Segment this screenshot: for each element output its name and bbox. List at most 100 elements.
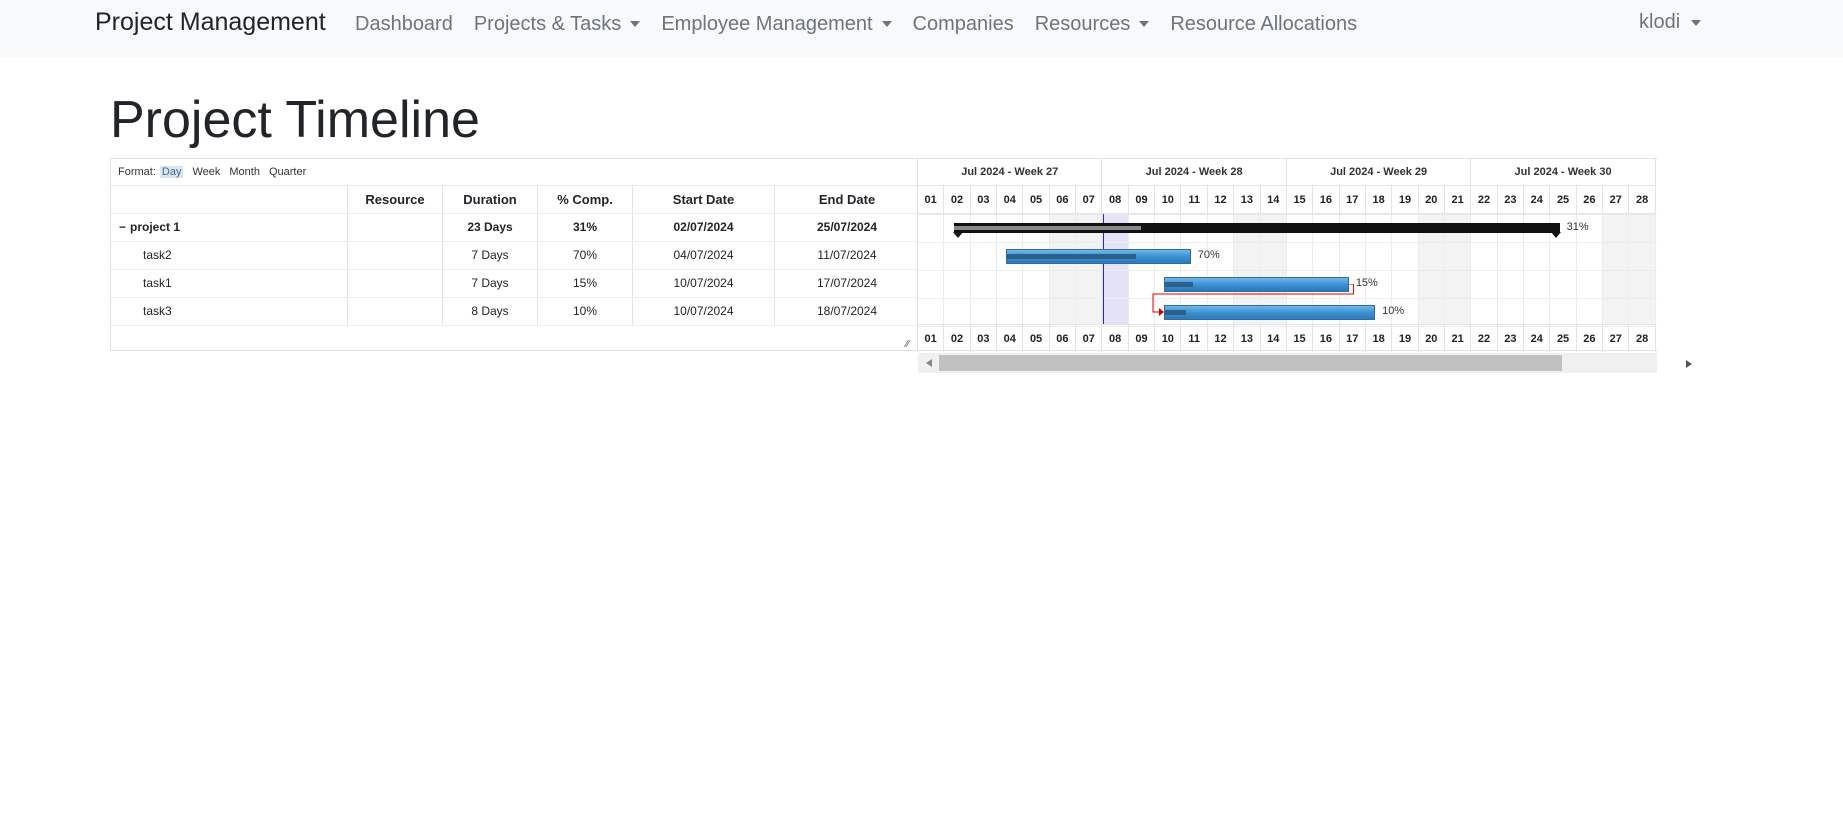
row-start: 02/07/2024 xyxy=(633,214,775,241)
col-header-end: End Date xyxy=(818,192,876,207)
row-duration: 7 Days xyxy=(443,242,538,269)
day-header: 16 xyxy=(1313,186,1340,214)
col-header-resource: Resource xyxy=(348,186,443,213)
collapse-toggle-icon[interactable]: − xyxy=(119,220,126,234)
day-header: 10 xyxy=(1155,186,1182,214)
day-header: 02 xyxy=(944,186,971,214)
format-week[interactable]: Week xyxy=(192,166,220,178)
scroll-right-arrow-icon[interactable] xyxy=(1686,360,1692,368)
nav-item-label: Dashboard xyxy=(355,12,453,35)
day-header: 12 xyxy=(1207,186,1235,214)
format-day[interactable]: Day xyxy=(159,166,184,178)
scroll-left-arrow-icon[interactable] xyxy=(926,359,932,367)
day-header: 15 xyxy=(1286,186,1314,214)
row-divider xyxy=(918,242,1657,243)
row-pct: 70% xyxy=(538,242,633,269)
project-progress xyxy=(953,226,1142,230)
day-header: 25 xyxy=(1550,186,1577,214)
day-header: 05 xyxy=(1023,186,1050,214)
row-pct: 15% xyxy=(538,270,633,297)
bar-progress-label: 70% xyxy=(1197,249,1220,261)
week-header: Jul 2024 - Week 28 xyxy=(1102,159,1287,186)
day-footer: 04 xyxy=(997,324,1024,350)
nav-item-dashboard[interactable]: Dashboard xyxy=(355,11,453,37)
day-footer: 28 xyxy=(1629,324,1656,350)
row-duration: 7 Days xyxy=(443,270,538,297)
row-resource xyxy=(348,298,443,325)
day-footer: 22 xyxy=(1471,324,1498,350)
gantt-chart: Jul 2024 - Week 27 Jul 2024 - Week 28 Jul … xyxy=(918,158,1657,351)
row-end: 11/07/2024 xyxy=(817,248,877,262)
row-name: task1 xyxy=(111,270,348,297)
row-divider xyxy=(918,214,1657,215)
row-resource xyxy=(348,270,443,297)
format-label: Format: xyxy=(118,166,156,178)
caret-down-icon xyxy=(1691,19,1702,26)
caret-down-icon xyxy=(881,21,892,27)
nav-item-resource-allocations[interactable]: Resource Allocations xyxy=(1170,11,1357,37)
nav-item-label: Resources xyxy=(1034,12,1131,35)
task-progress xyxy=(1007,254,1137,259)
day-header: 08 xyxy=(1102,186,1129,214)
grid-header-row: Resource Duration % Comp. Start Date End… xyxy=(111,186,919,214)
day-footer: 08 xyxy=(1102,324,1129,350)
day-footer: 09 xyxy=(1128,324,1156,350)
format-quarter[interactable]: Quarter xyxy=(269,166,306,178)
nav-item-label: Projects & Tasks xyxy=(473,12,622,35)
table-row[interactable]: task3 8 Days 10% 10/07/2024 18/07/2024 xyxy=(111,298,919,326)
week-header: Jul 2024 - Week 30 xyxy=(1471,159,1656,186)
row-start: 10/07/2024 xyxy=(633,270,775,297)
day-footer: 11 xyxy=(1181,324,1208,350)
day-column xyxy=(1603,214,1630,324)
user-menu[interactable]: klodi xyxy=(1639,11,1702,34)
day-header: 14 xyxy=(1260,186,1287,214)
day-footer: 25 xyxy=(1550,324,1577,350)
nav-item-label: Resource Allocations xyxy=(1170,12,1358,35)
day-footer: 16 xyxy=(1313,324,1340,350)
row-duration: 23 Days xyxy=(443,214,538,241)
day-footer: 15 xyxy=(1286,324,1314,350)
day-header: 27 xyxy=(1603,186,1630,214)
nav-item-projects-tasks[interactable]: Projects & Tasks xyxy=(473,11,641,37)
day-footer: 27 xyxy=(1603,324,1630,350)
nav-item-employee-management[interactable]: Employee Management xyxy=(661,11,892,37)
nav-items: Dashboard Projects & Tasks Employee Mana… xyxy=(355,11,1378,37)
row-end: 17/07/2024 xyxy=(816,276,878,290)
nav-item-resources[interactable]: Resources xyxy=(1035,11,1150,37)
table-row[interactable]: task1 7 Days 15% 10/07/2024 17/07/2024 xyxy=(111,270,919,298)
day-header: 22 xyxy=(1471,186,1498,214)
day-footer: 14 xyxy=(1260,324,1287,350)
row-name: task3 xyxy=(111,298,348,325)
table-row[interactable]: task2 7 Days 70% 04/07/2024 11/07/2024 xyxy=(111,242,919,270)
task-bar[interactable] xyxy=(1006,249,1191,264)
col-header-pct: % Comp. xyxy=(538,186,633,213)
nav-item-companies[interactable]: Companies xyxy=(913,11,1014,37)
day-footer: 01 xyxy=(918,324,945,350)
day-header: 03 xyxy=(970,186,998,214)
day-header: 11 xyxy=(1181,186,1208,214)
col-header-start: Start Date xyxy=(633,186,775,213)
day-column xyxy=(918,214,945,324)
day-header: 09 xyxy=(1128,186,1156,214)
day-header: 17 xyxy=(1339,186,1366,214)
format-month[interactable]: Month xyxy=(229,166,260,178)
row-name: project 1 xyxy=(130,220,181,234)
day-footer: 10 xyxy=(1155,324,1182,350)
day-footer: 12 xyxy=(1207,324,1235,350)
day-header: 07 xyxy=(1076,186,1103,214)
navbar: Project Management Dashboard Projects & … xyxy=(0,0,1843,57)
horizontal-scrollbar[interactable] xyxy=(918,353,1657,373)
table-row[interactable]: − project 1 23 Days 31% 02/07/2024 25/07/… xyxy=(111,214,919,242)
day-header: 28 xyxy=(1629,186,1656,214)
day-footer: 20 xyxy=(1418,324,1445,350)
scrollbar-thumb[interactable] xyxy=(939,355,1562,371)
bar-progress-label: 10% xyxy=(1382,305,1405,317)
row-end: 25/07/2024 xyxy=(816,220,878,234)
brand-link[interactable]: Project Management xyxy=(95,8,326,37)
project-start-marker-icon xyxy=(952,232,963,238)
grid-resize-handle-icon[interactable]: ⁄⁄ xyxy=(906,339,916,350)
row-duration: 8 Days xyxy=(443,298,538,325)
project-bar[interactable] xyxy=(953,223,1560,233)
day-footer: 17 xyxy=(1339,324,1366,350)
col-header-name xyxy=(111,186,348,213)
